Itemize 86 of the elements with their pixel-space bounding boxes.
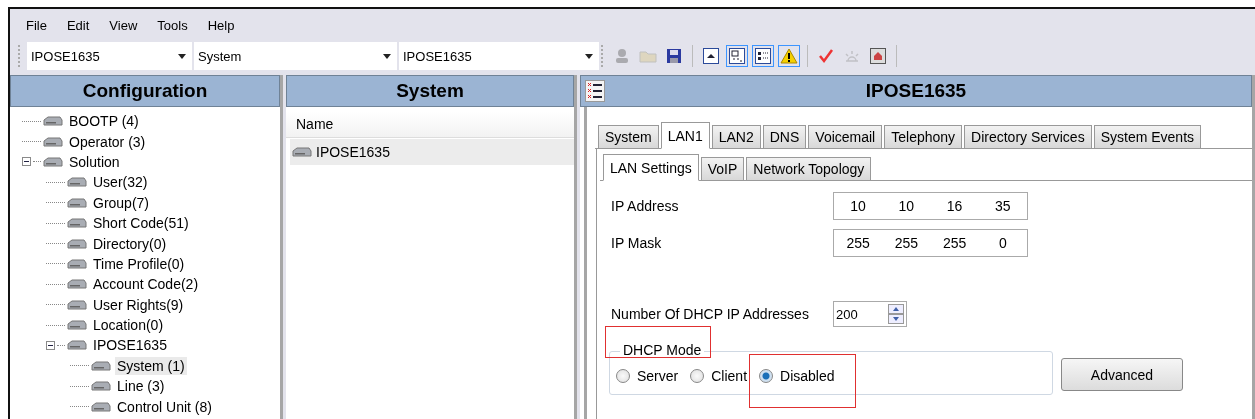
device-icon	[91, 399, 111, 414]
tree-item[interactable]: System (1)	[115, 356, 187, 375]
device-icon	[67, 256, 87, 271]
user-icon	[614, 48, 630, 64]
tree-item[interactable]: Group(7)	[91, 193, 152, 212]
dropdown[interactable]: System	[194, 42, 397, 70]
check-icon	[818, 48, 834, 64]
tree-item[interactable]: IPOSE1635	[91, 336, 169, 355]
list-row[interactable]: IPOSE1635	[290, 139, 574, 165]
toolbar-button[interactable]	[726, 45, 748, 67]
home-icon	[870, 48, 886, 64]
group-label: DHCP Mode	[620, 342, 705, 358]
device-icon	[67, 195, 87, 210]
tree-item[interactable]: Account Code(2)	[91, 275, 201, 294]
tree-view-icon	[729, 48, 745, 64]
tree-item[interactable]: Control Unit (8)	[115, 397, 214, 416]
toolbar-button[interactable]	[778, 45, 800, 67]
tab[interactable]: Telephony	[884, 125, 963, 148]
panel-header: IPOSE1635	[580, 75, 1252, 107]
field-label: Number Of DHCP IP Addresses	[611, 306, 810, 322]
collapse-toggle-icon[interactable]	[46, 341, 55, 350]
tab[interactable]: System	[598, 125, 659, 148]
checklist-icon	[585, 80, 605, 102]
tab[interactable]: LAN2	[711, 125, 761, 148]
tree-item[interactable]: Time Profile(0)	[91, 254, 187, 273]
tree-item[interactable]: Solution	[67, 152, 122, 171]
spin-arrows-icon[interactable]	[888, 304, 904, 324]
number-input-field[interactable]: 200	[833, 301, 907, 327]
lamp-icon	[843, 49, 861, 63]
device-icon	[292, 145, 312, 159]
tree-item[interactable]: Line (3)	[115, 377, 167, 396]
device-icon	[43, 114, 63, 129]
caret-icon	[585, 53, 593, 59]
device-icon	[43, 134, 63, 149]
dropdown[interactable]: IPOSE1635	[399, 42, 599, 70]
menu-item[interactable]: Edit	[58, 17, 98, 33]
field-label: IP Address	[611, 198, 680, 214]
tree-item[interactable]: User(32)	[91, 173, 150, 192]
warning-icon	[780, 48, 798, 64]
folder-icon	[639, 49, 657, 63]
tab[interactable]: System Events	[1093, 125, 1202, 148]
tab[interactable]: VoIP	[700, 157, 745, 180]
device-icon	[67, 318, 87, 333]
field-label: IP Mask	[611, 235, 663, 251]
device-icon	[67, 216, 87, 231]
toolbar-button[interactable]	[700, 45, 722, 67]
device-icon	[67, 236, 87, 251]
ip-input-field[interactable]: 255 255 255 0	[833, 229, 1028, 257]
ip-input-field[interactable]: 10 10 16 35	[833, 192, 1028, 220]
collapse-toggle-icon[interactable]	[22, 157, 31, 167]
tab[interactable]: DNS	[762, 125, 807, 148]
radio-option[interactable]: Server	[616, 368, 679, 384]
menu-item[interactable]: File	[18, 17, 55, 33]
device-icon	[67, 175, 87, 190]
tree-item[interactable]: User Rights(9)	[91, 295, 186, 314]
tab[interactable]: LAN1	[660, 122, 710, 149]
tab[interactable]: Directory Services	[964, 125, 1092, 148]
tree-item[interactable]: Operator (3)	[67, 132, 148, 151]
collapse-icon	[703, 48, 719, 64]
dropdown[interactable]: IPOSE1635	[27, 42, 192, 70]
device-icon	[91, 379, 111, 394]
device-icon	[67, 338, 87, 353]
radio-option[interactable]: Disabled	[759, 368, 835, 384]
device-icon	[67, 277, 87, 292]
tab[interactable]: LAN Settings	[603, 154, 699, 181]
tree-item[interactable]: Directory(0)	[91, 234, 169, 253]
panel-header: Configuration	[10, 75, 280, 107]
radio-option[interactable]: Client	[690, 368, 748, 384]
caret-icon	[178, 53, 186, 59]
caret-icon	[383, 53, 391, 59]
list-view-icon	[755, 48, 771, 64]
panel-header: System	[286, 75, 574, 107]
advanced-button[interactable]: Advanced	[1061, 358, 1183, 391]
device-icon	[91, 358, 111, 373]
tree-item[interactable]: Location(0)	[91, 316, 166, 335]
device-icon	[67, 297, 87, 312]
tab[interactable]: Voicemail	[808, 125, 883, 148]
save-icon	[666, 48, 682, 64]
menu-item[interactable]: Tools	[149, 17, 196, 33]
tab[interactable]: Network Topology	[746, 157, 872, 180]
tree-item[interactable]: BOOTP (4)	[67, 112, 141, 131]
toolbar-button[interactable]	[752, 45, 774, 67]
menu-item[interactable]: View	[101, 17, 146, 33]
menu-item[interactable]: Help	[199, 17, 243, 33]
tree-item[interactable]: Short Code(51)	[91, 214, 191, 233]
device-icon	[43, 154, 63, 169]
